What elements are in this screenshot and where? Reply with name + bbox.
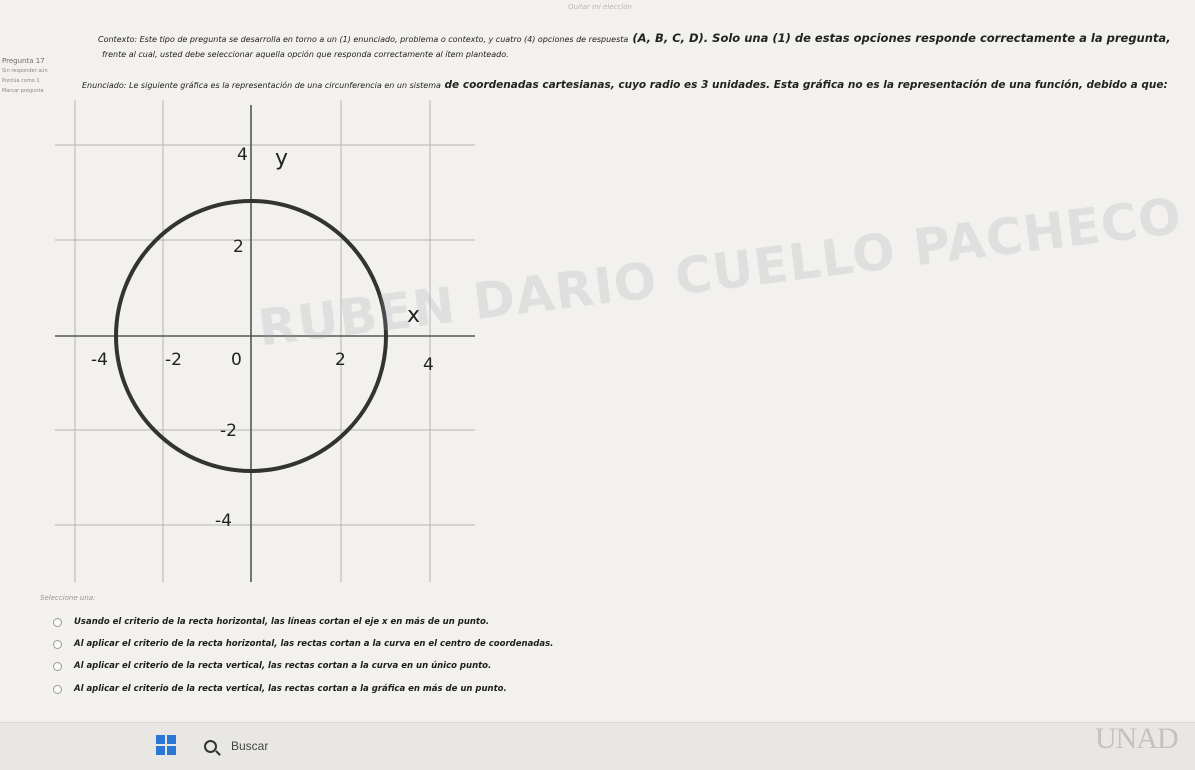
x-tick-label: 4 xyxy=(423,355,434,375)
options-title: Seleccione una: xyxy=(40,594,96,602)
context-line-1-bold: (A, B, C, D). Solo una (1) de estas opci… xyxy=(628,31,1171,45)
search-icon xyxy=(204,739,217,753)
question-info-panel: Pregunta 17 Sin responder aún Puntúa com… xyxy=(2,56,70,96)
answer-option-c[interactable]: Al aplicar el criterio de la recta verti… xyxy=(53,658,491,674)
x-tick-label: 0 xyxy=(231,350,242,370)
context-line-1-normal: Contexto: Este tipo de pregunta se desar… xyxy=(98,35,629,44)
radio-button[interactable] xyxy=(53,661,62,671)
x-tick-label: -2 xyxy=(165,350,182,370)
answer-option-a[interactable]: Usando el criterio de la recta horizonta… xyxy=(53,614,489,630)
radio-button[interactable] xyxy=(53,617,62,627)
context-line-1: Contexto: Este tipo de pregunta se desar… xyxy=(98,32,1171,46)
question-score: Puntúa como 1 xyxy=(2,78,40,84)
y-axis-label: y xyxy=(275,146,288,171)
y-tick-label: -4 xyxy=(215,511,232,531)
context-line-2: frente al cual, usted debe seleccionar a… xyxy=(102,50,509,59)
option-text: Al aplicar el criterio de la recta verti… xyxy=(74,684,507,694)
x-tick-label: -4 xyxy=(91,350,108,370)
circle-graph: -4 -2 0 2 4 4 2 -2 -4 y x xyxy=(55,100,475,582)
question-number: Pregunta 17 xyxy=(2,57,45,65)
remove-choice-link[interactable]: Quitar mi elección xyxy=(568,3,632,11)
y-tick-label: 2 xyxy=(233,237,244,257)
x-axis-label: x xyxy=(407,303,420,328)
option-text: Usando el criterio de la recta horizonta… xyxy=(74,617,490,627)
question-status: Sin responder aún xyxy=(2,68,48,74)
statement-bold: de coordenadas cartesianas, cuyo radio e… xyxy=(440,79,1168,91)
windows-taskbar: Buscar xyxy=(0,722,1195,770)
windows-start-icon[interactable] xyxy=(156,735,176,755)
question-statement: Enunciado: Le siguiente gráfica es la re… xyxy=(82,79,1168,91)
y-tick-label: 4 xyxy=(237,145,248,165)
option-text: Al aplicar el criterio de la recta verti… xyxy=(74,661,492,671)
unad-logo: UNAD xyxy=(1095,722,1179,755)
flag-question-link[interactable]: Marcar pregunta xyxy=(2,86,70,96)
y-tick-label: -2 xyxy=(220,421,237,441)
radio-button[interactable] xyxy=(53,684,62,694)
radio-button[interactable] xyxy=(53,639,62,649)
statement-normal: Enunciado: Le siguiente gráfica es la re… xyxy=(82,81,441,90)
answer-option-b[interactable]: Al aplicar el criterio de la recta horiz… xyxy=(53,636,553,652)
taskbar-search[interactable]: Buscar xyxy=(196,733,406,759)
x-tick-label: 2 xyxy=(335,350,346,370)
search-text: Buscar xyxy=(231,739,269,753)
option-text: Al aplicar el criterio de la recta horiz… xyxy=(74,639,554,649)
answer-option-d[interactable]: Al aplicar el criterio de la recta verti… xyxy=(53,681,507,697)
